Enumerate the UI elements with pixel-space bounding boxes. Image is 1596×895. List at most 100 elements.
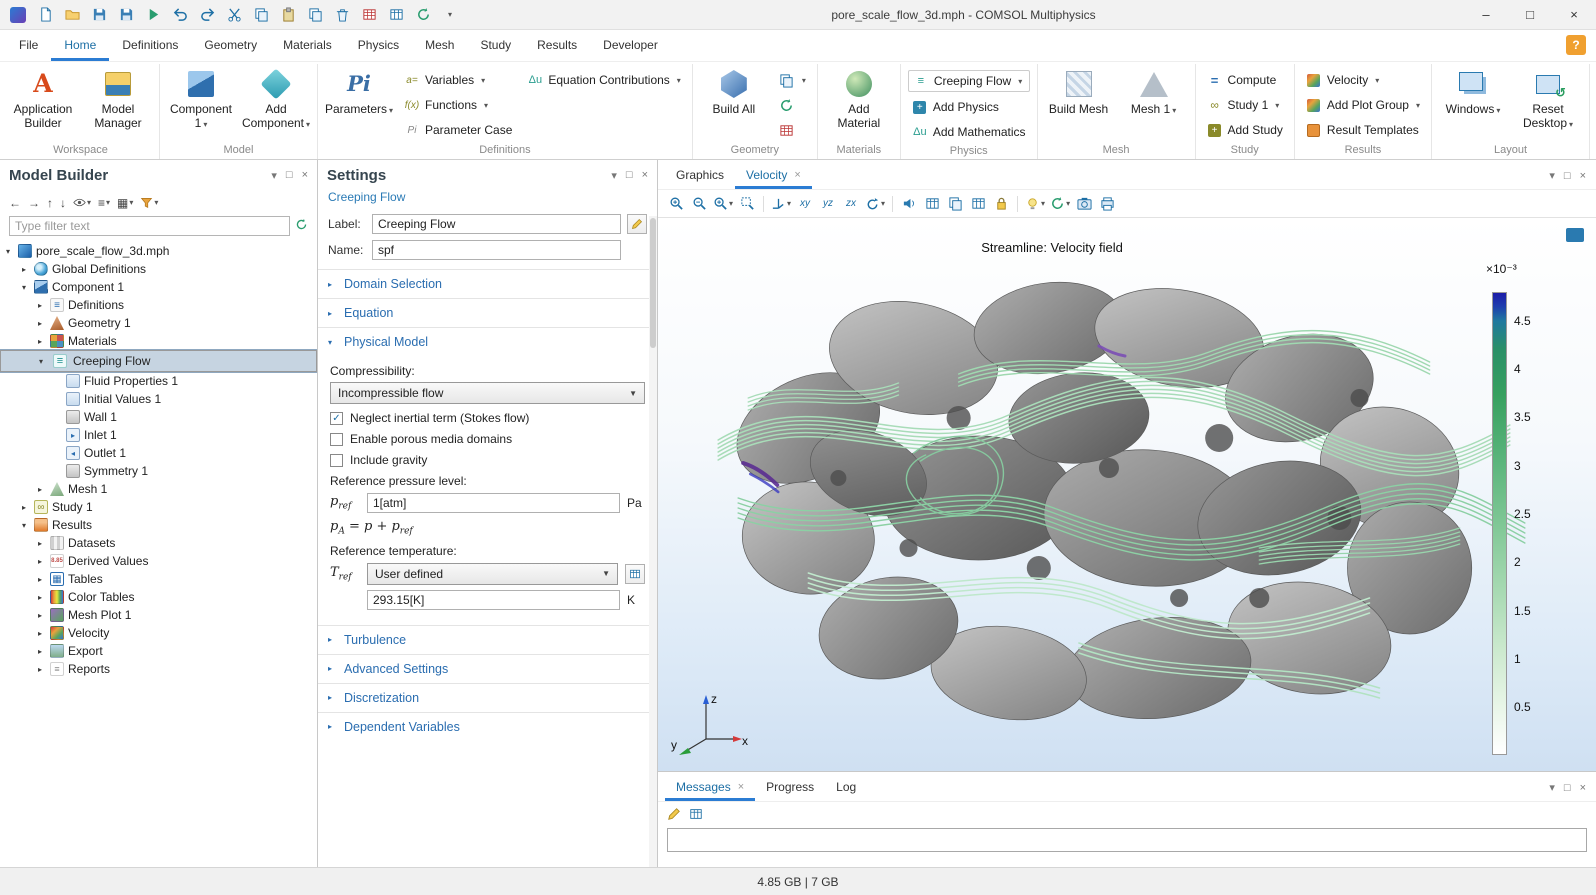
add-plot-group-button[interactable]: Add Plot Group▾: [1302, 95, 1424, 115]
paste-icon[interactable]: [275, 3, 301, 27]
float-panel-icon[interactable]: □: [1564, 782, 1571, 794]
tree-item-component-1[interactable]: ▾Component 1: [0, 278, 317, 296]
tree-item-inlet-1[interactable]: ▸Inlet 1: [0, 426, 317, 444]
variables-button[interactable]: a=Variables▾: [400, 70, 516, 90]
cut-icon[interactable]: [221, 3, 247, 27]
panel-menu-icon[interactable]: ▾: [271, 169, 277, 182]
copy-icon[interactable]: [248, 3, 274, 27]
zoom-out-button[interactable]: [688, 193, 710, 215]
maximize-button[interactable]: □: [1508, 0, 1552, 30]
float-panel-icon[interactable]: □: [286, 169, 293, 181]
delete-icon[interactable]: [329, 3, 355, 27]
add-study-button[interactable]: +Add Study: [1203, 120, 1287, 140]
close-panel-icon[interactable]: ×: [642, 169, 648, 181]
refresh-filter-icon[interactable]: [295, 218, 308, 234]
tree-item-fluid-properties-1[interactable]: Fluid Properties 1: [0, 372, 317, 390]
settings-scrollbar[interactable]: [649, 216, 657, 867]
model-manager-button[interactable]: Model Manager: [84, 66, 152, 134]
expand-arrow-icon[interactable]: ▸: [34, 575, 46, 584]
label-input[interactable]: [372, 214, 621, 234]
add-component-button[interactable]: Add Component▾: [242, 66, 310, 134]
view-xy-button[interactable]: xy: [794, 193, 816, 215]
checkbox-checked-icon[interactable]: ✓: [330, 412, 343, 425]
import-button[interactable]: ▾: [775, 70, 810, 90]
rename-button[interactable]: [627, 214, 647, 234]
tree-item-reports[interactable]: ▸≡Reports: [0, 660, 317, 678]
expand-arrow-icon[interactable]: ▸: [34, 629, 46, 638]
build-mesh-icon[interactable]: [383, 3, 409, 27]
expand-arrow-icon[interactable]: ▾: [35, 357, 47, 366]
tab-graphics[interactable]: Graphics: [665, 160, 735, 189]
expand-arrow-icon[interactable]: ▸: [34, 593, 46, 602]
tree-item-definitions[interactable]: ▸≡Definitions: [0, 296, 317, 314]
tab-definitions[interactable]: Definitions: [109, 30, 191, 61]
close-panel-icon[interactable]: ×: [1580, 782, 1586, 794]
quad-view-button[interactable]: [967, 193, 989, 215]
parameters-button[interactable]: Pi Parameters▾: [325, 66, 393, 119]
section-advanced-settings[interactable]: ▸Advanced Settings: [318, 654, 657, 683]
tree-item-root[interactable]: ▾pore_scale_flow_3d.mph: [0, 242, 317, 260]
rotate-view-button[interactable]: ▾: [863, 193, 887, 215]
new-file-icon[interactable]: [32, 3, 58, 27]
tree-item-global-definitions[interactable]: ▸Global Definitions: [0, 260, 317, 278]
parameter-case-button[interactable]: PiParameter Case: [400, 120, 516, 140]
close-button[interactable]: ×: [1552, 0, 1596, 30]
expand-arrow-icon[interactable]: ▸: [34, 319, 46, 328]
section-dependent-variables[interactable]: ▸Dependent Variables: [318, 712, 657, 741]
expand-arrow-icon[interactable]: ▸: [34, 557, 46, 566]
expand-arrow-icon[interactable]: ▾: [2, 247, 14, 256]
show-legends-button[interactable]: [921, 193, 943, 215]
view-zx-button[interactable]: zx: [840, 193, 862, 215]
build-mesh-button[interactable]: Build Mesh: [1045, 66, 1113, 119]
tree-item-velocity[interactable]: ▸Velocity: [0, 624, 317, 642]
toolbar-customize-chevron[interactable]: ▾: [437, 3, 463, 27]
tree-item-study-1[interactable]: ▸∞Study 1: [0, 498, 317, 516]
tab-file[interactable]: File: [6, 30, 51, 61]
image-snapshot-button[interactable]: [1073, 193, 1095, 215]
tab-home[interactable]: Home: [51, 30, 109, 61]
application-builder-button[interactable]: A Application Builder: [9, 66, 77, 134]
go-to-source-button[interactable]: [625, 564, 645, 584]
float-panel-icon[interactable]: □: [626, 169, 633, 181]
tree-item-outlet-1[interactable]: ◂Outlet 1: [0, 444, 317, 462]
split-view-button[interactable]: [944, 193, 966, 215]
lock-view-button[interactable]: [990, 193, 1012, 215]
scene-light-button[interactable]: ▾: [1023, 193, 1047, 215]
export-button[interactable]: [775, 95, 810, 115]
panel-menu-icon[interactable]: ▾: [1549, 169, 1555, 182]
tree-item-datasets[interactable]: ▸Datasets: [0, 534, 317, 552]
section-turbulence[interactable]: ▸Turbulence: [318, 625, 657, 654]
run-icon[interactable]: [140, 3, 166, 27]
close-tab-icon[interactable]: ×: [738, 781, 744, 793]
tab-materials[interactable]: Materials: [270, 30, 345, 61]
tree-item-derived-values[interactable]: ▸8.85Derived Values: [0, 552, 317, 570]
panel-menu-icon[interactable]: ▾: [1549, 781, 1555, 794]
tab-mesh[interactable]: Mesh: [412, 30, 467, 61]
mesh-1-button[interactable]: Mesh 1▾: [1120, 66, 1188, 119]
section-domain-selection[interactable]: ▸Domain Selection: [318, 269, 657, 298]
zoom-extents-button[interactable]: ▾: [711, 193, 735, 215]
close-panel-icon[interactable]: ×: [302, 169, 308, 181]
move-down-button[interactable]: ↓: [60, 196, 66, 210]
tree-item-tables[interactable]: ▸▦Tables: [0, 570, 317, 588]
tab-study[interactable]: Study: [467, 30, 524, 61]
tab-progress[interactable]: Progress: [755, 772, 825, 801]
build-all-icon[interactable]: [356, 3, 382, 27]
tab-velocity[interactable]: Velocity×: [735, 160, 812, 189]
compute-button[interactable]: =Compute: [1203, 70, 1287, 90]
expand-arrow-icon[interactable]: ▸: [34, 301, 46, 310]
messages-output[interactable]: [667, 828, 1587, 852]
tree-item-geometry-1[interactable]: ▸Geometry 1: [0, 314, 317, 332]
section-discretization[interactable]: ▸Discretization: [318, 683, 657, 712]
copy-table-button[interactable]: [689, 807, 703, 824]
expand-arrow-icon[interactable]: ▸: [34, 647, 46, 656]
temperature-input[interactable]: [367, 590, 620, 610]
move-up-button[interactable]: ↑: [47, 196, 53, 210]
filter-button[interactable]: ▾: [140, 196, 158, 209]
add-physics-button[interactable]: +Add Physics: [908, 97, 1030, 117]
open-file-icon[interactable]: [59, 3, 85, 27]
undo-icon[interactable]: [167, 3, 193, 27]
expand-arrow-icon[interactable]: ▸: [18, 503, 30, 512]
expand-arrow-icon[interactable]: ▾: [18, 521, 30, 530]
tree-item-mesh-plot-1[interactable]: ▸Mesh Plot 1: [0, 606, 317, 624]
